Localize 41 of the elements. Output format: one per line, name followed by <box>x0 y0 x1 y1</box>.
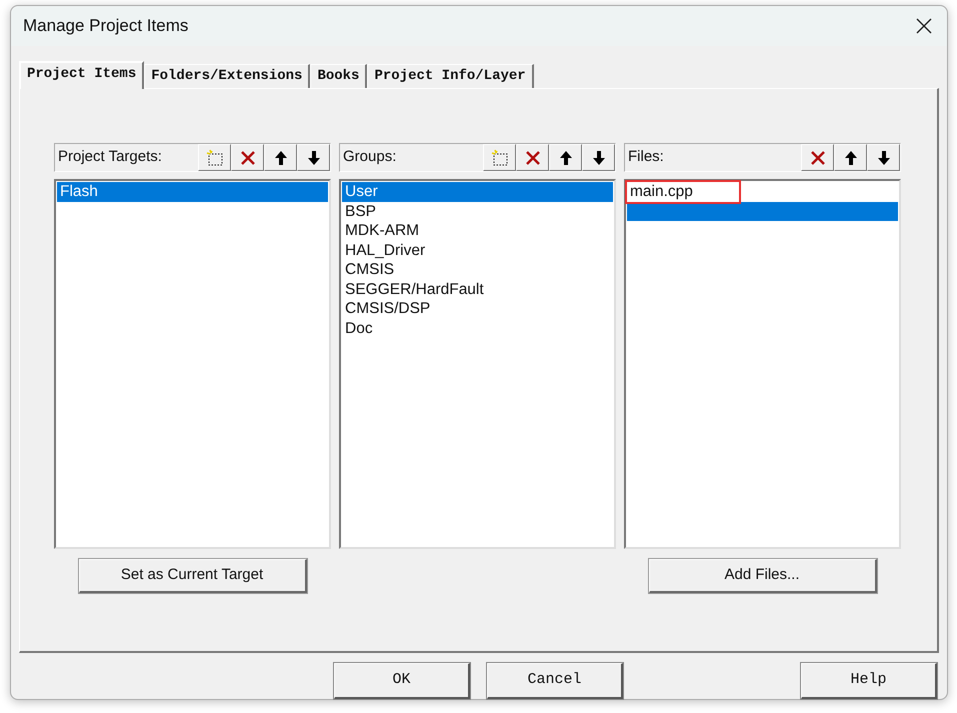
tab[interactable]: Books <box>310 64 368 88</box>
window-title: Manage Project Items <box>23 15 188 38</box>
tab[interactable]: Folders/Extensions <box>144 64 310 88</box>
tab[interactable]: Project Items <box>19 61 144 89</box>
new-item-icon <box>490 148 508 166</box>
list-item[interactable] <box>627 202 898 221</box>
close-icon <box>916 18 932 34</box>
tab[interactable]: Project Info/Layer <box>367 64 534 88</box>
list-item[interactable]: HAL_Driver <box>342 240 613 260</box>
new-item-icon <box>206 148 224 166</box>
panel-button[interactable]: Add Files... <box>648 559 876 593</box>
move-up-button[interactable] <box>834 144 867 171</box>
move-down-button[interactable] <box>582 144 615 171</box>
delete-button[interactable] <box>231 144 264 171</box>
new-button[interactable] <box>198 144 231 171</box>
new-button[interactable] <box>483 144 516 171</box>
list-item[interactable]: Doc <box>342 318 613 338</box>
dialog-button[interactable]: Help <box>801 663 937 699</box>
delete-icon <box>238 148 256 166</box>
list-item[interactable]: SEGGER/HardFault <box>342 280 613 299</box>
delete-icon <box>808 148 826 166</box>
list-item[interactable]: main.cpp <box>627 182 739 202</box>
move-up-button[interactable] <box>264 144 297 171</box>
dialog-button[interactable]: Cancel <box>487 663 623 699</box>
list-item[interactable]: User <box>342 182 613 202</box>
list-item[interactable]: CMSIS/DSP <box>342 299 613 318</box>
delete-icon <box>524 148 542 166</box>
dialog-button[interactable]: OK <box>334 663 470 699</box>
delete-button[interactable] <box>516 144 549 171</box>
move-down-button[interactable] <box>867 144 900 171</box>
list-item[interactable]: Flash <box>57 182 328 202</box>
move-down-button[interactable] <box>297 144 330 171</box>
list-item[interactable]: BSP <box>342 202 613 221</box>
panel-label: Groups: <box>343 147 396 168</box>
move-up-button[interactable] <box>549 144 582 171</box>
list-item[interactable]: CMSIS <box>342 260 613 280</box>
list-item[interactable]: MDK-ARM <box>342 221 613 240</box>
panel-button[interactable]: Set as Current Target <box>78 559 306 593</box>
panel-label: Files: <box>628 147 664 168</box>
delete-button[interactable] <box>801 144 834 171</box>
panel-label: Project Targets: <box>58 147 162 168</box>
